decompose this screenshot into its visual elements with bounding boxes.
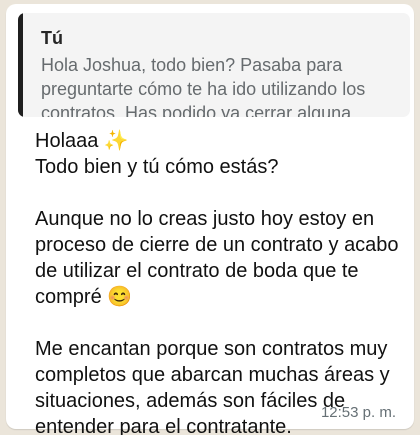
quote-author: Tú: [41, 28, 63, 48]
quote-text: Hola Joshua, todo bien? Pasaba para preg…: [41, 55, 366, 117]
quoted-reply[interactable]: Tú Hola Joshua, todo bien? Pasaba para p…: [18, 13, 410, 117]
message-timestamp: 12:53 p. m.: [320, 404, 396, 421]
incoming-message-bubble[interactable]: Tú Hola Joshua, todo bien? Pasaba para p…: [6, 4, 414, 435]
message-text: Holaaa ✨ Todo bien y tú cómo estás? Aunq…: [35, 130, 399, 435]
quote-accent-bar: [18, 13, 23, 117]
